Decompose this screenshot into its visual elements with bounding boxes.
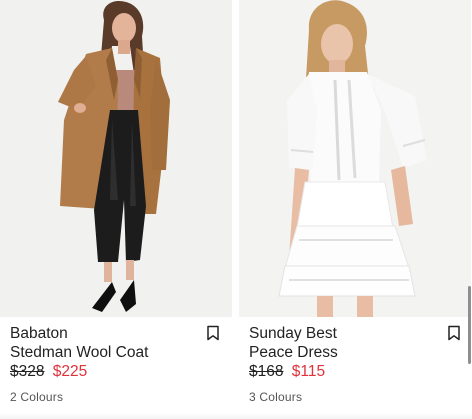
bottom-divider (0, 413, 472, 419)
product-card[interactable]: Babaton Stedman Wool Coat $328 $225 2 Co… (0, 0, 232, 419)
bookmark-icon[interactable] (206, 325, 220, 341)
price-original: $328 (10, 363, 45, 380)
price-sale: $225 (52, 363, 88, 380)
bookmark-icon[interactable] (447, 325, 461, 341)
price-row: $328 $225 (10, 362, 87, 381)
product-brand[interactable]: Babaton (10, 324, 68, 343)
product-grid: Babaton Stedman Wool Coat $328 $225 2 Co… (0, 0, 472, 419)
product-image[interactable] (239, 0, 471, 317)
price-sale: $115 (291, 363, 326, 380)
product-name[interactable]: Peace Dress (249, 343, 338, 362)
colour-count[interactable]: 3 Colours (249, 390, 302, 405)
product-image[interactable] (0, 0, 232, 317)
product-name[interactable]: Stedman Wool Coat (10, 343, 148, 362)
price-original: $168 (249, 363, 284, 380)
colour-count[interactable]: 2 Colours (10, 390, 63, 405)
product-card[interactable]: Sunday Best Peace Dress $168 $115 3 Colo… (239, 0, 471, 419)
product-brand[interactable]: Sunday Best (249, 324, 337, 343)
price-row: $168 $115 (249, 362, 325, 381)
scrollbar-thumb[interactable] (468, 286, 471, 364)
